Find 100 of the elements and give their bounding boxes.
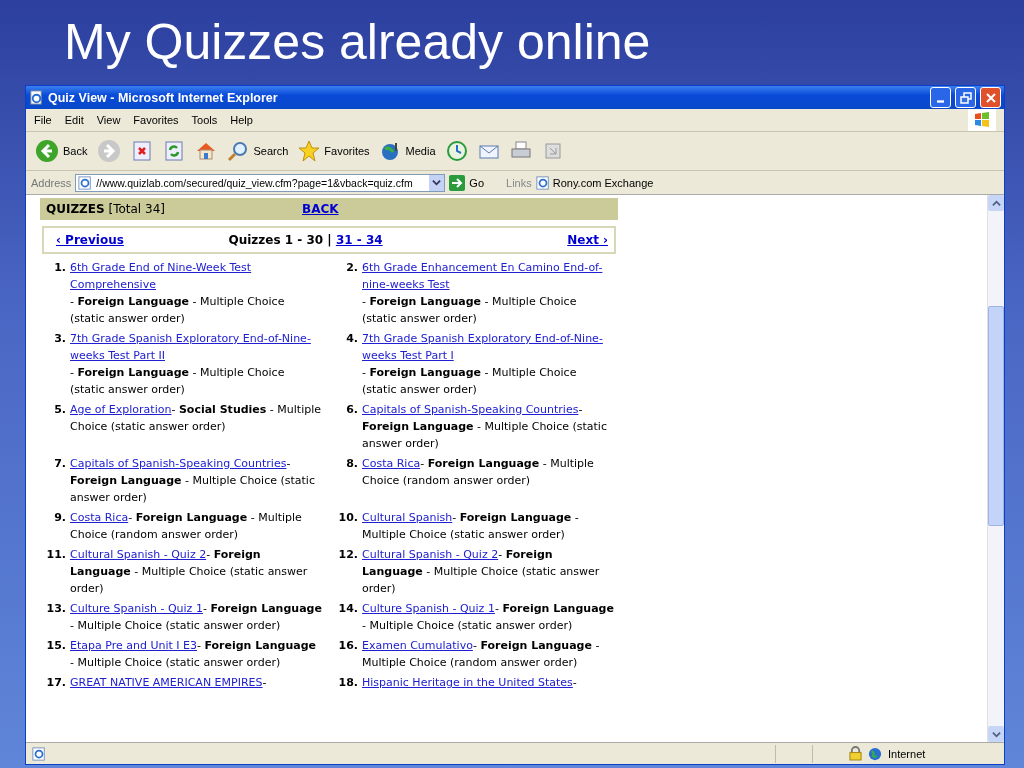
page-icon [29, 90, 44, 105]
back-link[interactable]: BACK [302, 202, 339, 216]
quizzes-heading: QUIZZES [Total 34] [46, 202, 166, 216]
quiz-number: 2. [345, 260, 359, 276]
quiz-link[interactable]: 7th Grade Spanish Exploratory End-of-Nine-weeks Test Part II [70, 330, 322, 364]
quiz-link[interactable]: Age of Exploration [70, 401, 172, 418]
quiz-number: 3. [53, 331, 67, 347]
quiz-link[interactable]: 6th Grade Enhancement En Camino End-of-nine-weeks Test [362, 259, 614, 293]
quiz-entry: Cultural Spanish- Foreign Language - Multiple Choice (static answer order) [362, 509, 580, 543]
quiz-entry: Etapa Pre and Unit I E3- Foreign Language - Multiple Choice (static answer order) [70, 637, 317, 671]
quiz-number: 14. [337, 601, 359, 617]
quiz-link[interactable]: Costa Rica [362, 455, 421, 472]
favorites-button[interactable]: Favorites [295, 138, 373, 164]
vertical-scrollbar[interactable] [987, 195, 1004, 742]
links-label: Links [506, 176, 532, 189]
quiz-link[interactable]: Capitals of Spanish-Speaking Countries [70, 455, 287, 472]
menu-item[interactable]: Favorites [133, 114, 179, 126]
quiz-number: 11. [45, 547, 67, 563]
arrow-icon [449, 174, 466, 191]
quiz-entry: Cultural Spanish - Quiz 2- Foreign Language - Multiple Choice (static answer order) [70, 546, 309, 597]
quiz-link[interactable]: Capitals of Spanish-Speaking Countries [362, 401, 579, 418]
star-icon [298, 140, 321, 162]
refresh-icon [163, 140, 186, 162]
quiz-number: 18. [337, 675, 359, 691]
stop-icon [131, 140, 154, 162]
next-link[interactable]: Next › [567, 233, 608, 247]
search-button[interactable]: Search [224, 138, 292, 164]
chevron-down-icon [432, 178, 442, 187]
close-button[interactable] [980, 87, 1001, 108]
page-icon [535, 175, 550, 190]
quiz-link[interactable]: Etapa Pre and Unit I E3 [70, 637, 197, 654]
address-label: Address [31, 176, 72, 189]
quiz-link[interactable]: GREAT NATIVE AMERICAN EMPIRES [70, 674, 263, 691]
quiz-link[interactable]: Culture Spanish - Quiz 1 [362, 600, 495, 617]
quiz-entry: Cultural Spanish - Quiz 2- Foreign Language - Multiple Choice (static answer order) [362, 546, 601, 597]
security-zone: Internet [888, 747, 927, 760]
quiz-entry: Hispanic Heritage in the United States- [362, 674, 578, 691]
quiz-entry: 7th Grade Spanish Exploratory End-of-Nine-weeks Test Part I - Foreign Language - Multiple Choice (static answer order) [362, 330, 614, 398]
quiz-number: 4. [345, 331, 359, 347]
page-icon [78, 175, 93, 190]
quiz-entry: Culture Spanish - Quiz 1- Foreign Language - Multiple Choice (static answer order) [70, 600, 322, 634]
quiz-number: 16. [337, 638, 359, 654]
quiz-link[interactable]: Costa Rica [70, 509, 129, 526]
quiz-number: 13. [45, 601, 67, 617]
quiz-entry: Capitals of Spanish-Speaking Countries- Foreign Language - Multiple Choice (static answer order) [70, 455, 316, 506]
previous-link[interactable]: ‹ Previous [56, 233, 124, 247]
clock-icon [445, 140, 468, 162]
close-icon [984, 91, 997, 104]
links-bar-link[interactable]: Rony.com Exchange [535, 175, 654, 190]
page-icon [32, 746, 46, 761]
quiz-number: 6. [345, 402, 359, 418]
quiz-link[interactable]: Cultural Spanish [362, 509, 453, 526]
menu-item[interactable]: Edit [64, 114, 84, 126]
quiz-link[interactable]: 7th Grade Spanish Exploratory End-of-Nine-weeks Test Part I [362, 330, 614, 364]
quiz-entry: Costa Rica- Foreign Language - Multiple Choice (random answer order) [362, 455, 595, 489]
page-range-link[interactable]: 31 - 34 [335, 233, 383, 247]
restore-button[interactable] [955, 87, 976, 108]
media-button[interactable]: Media [376, 138, 439, 164]
quiz-entry: 6th Grade End of Nine-Week Test Comprehensive - Foreign Language - Multiple Choice (static answer order) [70, 259, 322, 327]
lock-icon [849, 746, 862, 761]
quiz-link[interactable]: 6th Grade End of Nine-Week Test Comprehensive [70, 259, 322, 293]
menu-item[interactable]: View [96, 114, 121, 126]
quiz-number: 9. [53, 510, 67, 526]
windows-logo-icon [968, 109, 996, 131]
quiz-entry: Culture Spanish - Quiz 1- Foreign Language - Multiple Choice (static answer order) [362, 600, 614, 634]
search-icon [227, 140, 250, 162]
quiz-entry: 6th Grade Enhancement En Camino End-of-nine-weeks Test - Foreign Language - Multiple Choice (static answer order) [362, 259, 614, 327]
quiz-number: 5. [53, 402, 67, 418]
quiz-link[interactable]: Culture Spanish - Quiz 1 [70, 600, 203, 617]
quiz-link[interactable]: Cultural Spanish - Quiz 2 [362, 546, 499, 563]
quiz-link[interactable]: Cultural Spanish - Quiz 2 [70, 546, 207, 563]
quiz-number: 1. [53, 260, 67, 276]
address-field[interactable]: //www.quizlab.com/secured/quiz_view.cfm?page=1&vback=quiz.cfm [75, 173, 446, 192]
range-label: Quizzes 1 - 30 | [228, 233, 332, 247]
quiz-entry: Capitals of Spanish-Speaking Countries- Foreign Language - Multiple Choice (static answer order) [362, 401, 608, 452]
quiz-link[interactable]: Examen Cumulativo [362, 637, 473, 654]
quiz-number: 8. [345, 456, 359, 472]
quiz-number: 10. [337, 510, 359, 526]
quiz-entry: Age of Exploration- Social Studies - Multiple Choice (static answer order) [70, 401, 322, 435]
back-button[interactable]: Back [32, 137, 91, 165]
globe-icon [868, 746, 882, 761]
quiz-entry: Costa Rica- Foreign Language - Multiple Choice (random answer order) [70, 509, 303, 543]
dropdown-button[interactable] [429, 174, 445, 191]
quiz-number: 15. [45, 638, 67, 654]
minimize-button[interactable] [930, 87, 951, 108]
menu-item[interactable]: File [34, 114, 52, 126]
quiz-number: 12. [337, 547, 359, 563]
quiz-entry: Examen Cumulativo- Foreign Language - Multiple Choice (random answer order) [362, 637, 601, 671]
minimize-icon [937, 100, 944, 103]
quiz-number: 7. [53, 456, 67, 472]
menu-item[interactable]: Help [230, 114, 253, 126]
quiz-entry: 7th Grade Spanish Exploratory End-of-Nine-weeks Test Part II - Foreign Language - Multiple Choice (static answer order) [70, 330, 322, 398]
quiz-link[interactable]: Hispanic Heritage in the United States [362, 674, 573, 691]
restore-icon [959, 91, 972, 104]
quiz-number: 17. [45, 675, 67, 691]
go-button[interactable]: Go [449, 174, 485, 191]
menu-item[interactable]: Tools [191, 114, 218, 126]
window-title: Quiz View - Microsoft Internet Explorer [48, 90, 278, 105]
slide-title: My Quizzes already online [63, 13, 652, 72]
quiz-entry: GREAT NATIVE AMERICAN EMPIRES- [70, 674, 268, 691]
